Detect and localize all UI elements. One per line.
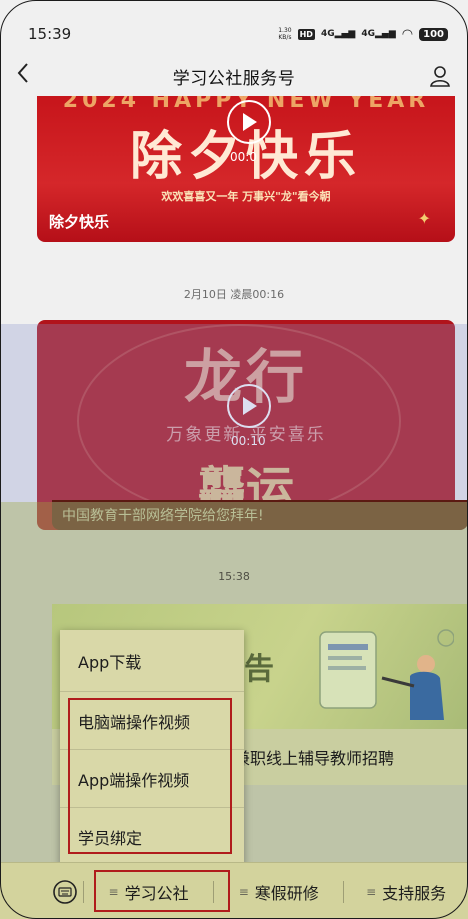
video-duration: 00:10 [231,434,266,448]
wifi-icon: ◠ [401,26,414,42]
illustration-icon [319,629,454,720]
status-time: 15:39 [28,25,72,43]
banner-text: 告 [244,652,274,687]
signal-icon: 4G▂▄▆ [320,29,356,39]
chevron-left-icon[interactable] [16,62,46,90]
sparkle-icon: ✦ [417,209,431,228]
play-icon[interactable] [227,384,271,428]
play-icon[interactable] [227,100,271,144]
hd-icon: HD [297,28,315,40]
card-caption[interactable]: 中国教育干部网络学院给您拜年! [52,500,468,530]
bottom-menu-bar: ≡ 学习公社 ≡ 寒假研修 ≡ 支持服务 [0,862,468,919]
menu-lines-icon: ≡ [238,884,249,899]
message-timestamp-2: 15:38 [218,570,250,583]
menu-item-app-video[interactable]: App端操作视频 [60,750,244,808]
menu-item-pc-video[interactable]: 电脑端操作视频 [60,692,244,750]
status-icons: 1.30 KB/s HD 4G▂▄▆ 4G▂▄▆ ◠ 100 [278,27,448,42]
network-speed: 1.30 KB/s [278,27,292,41]
card-subline: 欢欢喜喜又一年 万事兴"龙"看今朝 [161,190,331,203]
video-card-dragon-year[interactable]: 龙行 万象更新 平安喜乐 龘运 00:10 [37,320,455,530]
menu-tab-xuexigongshe[interactable]: ≡ 学习公社 [84,880,213,904]
video-duration: 00:0 [230,150,257,164]
nav-header: 学习公社服务号 [16,56,452,96]
signal-icon-2: 4G▂▄▆ [361,29,396,39]
keyboard-icon[interactable] [46,879,83,905]
phone-screen: 15:39 1.30 KB/s HD 4G▂▄▆ 4G▂▄▆ ◠ 100 学习公… [0,0,468,919]
user-icon[interactable] [422,64,452,88]
submenu-popup: App下载 电脑端操作视频 App端操作视频 学员绑定 [60,630,244,866]
page-title: 学习公社服务号 [172,68,296,89]
menu-lines-icon: ≡ [108,884,119,899]
card-label: 除夕快乐 [49,213,110,231]
battery-icon: 100 [419,27,448,41]
menu-lines-icon: ≡ [366,884,377,899]
menu-item-bind-student[interactable]: 学员绑定 [60,808,244,866]
menu-tab-hanjiayanxiu[interactable]: ≡ 寒假研修 [214,880,343,904]
video-card-new-year-eve[interactable]: 2024 HAPPY NEW YEAR 除夕快乐 00:0 欢欢喜喜又一年 万事… [37,96,455,242]
message-timestamp: 2月10日 凌晨00:16 [183,288,285,301]
menu-item-app-download[interactable]: App下载 [60,630,244,692]
menu-tab-zhichifuwu[interactable]: ≡ 支持服务 [344,880,468,904]
status-bar: 15:39 1.30 KB/s HD 4G▂▄▆ 4G▂▄▆ ◠ 100 [28,22,448,46]
